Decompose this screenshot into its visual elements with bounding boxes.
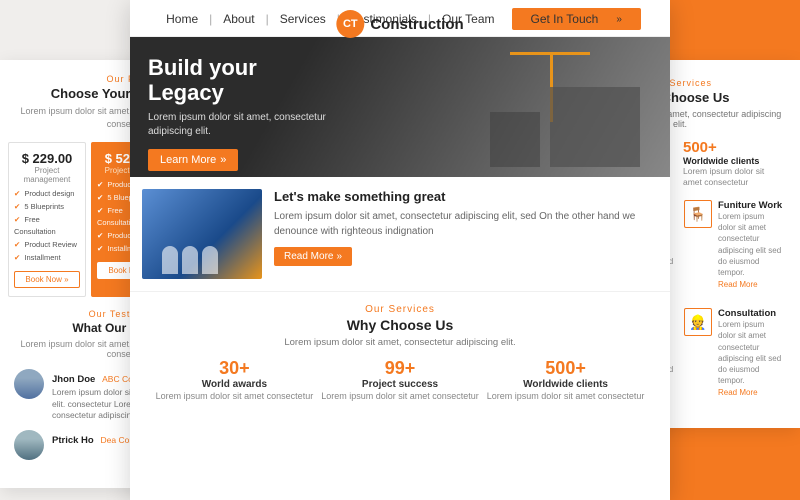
test-name-2: Ptrick Ho — [52, 435, 94, 446]
stat-number-3: 500+ — [487, 358, 645, 379]
hero-title: Build your Legacy — [148, 55, 328, 106]
stat-2: 99+ Project success Lorem ipsum dolor si… — [321, 358, 479, 403]
nav-testimonials[interactable]: Testimonials — [344, 12, 424, 26]
main-card: Home | About | Services | Testimonials |… — [130, 0, 670, 500]
price-amount-1: $ 229.00 — [14, 151, 80, 166]
hero-text: Build your Legacy Lorem ipsum dolor sit … — [148, 55, 328, 171]
service-name-4: Consultation — [718, 308, 784, 319]
stat-desc-2: Lorem ipsum dolor sit amet consectetur — [321, 390, 479, 403]
mid-section: Let's make something great Lorem ipsum d… — [130, 177, 670, 292]
test-name-1: Jhon Doe — [52, 374, 95, 385]
stat-desc-1: Lorem ipsum dolor sit amet consectetur — [156, 390, 314, 403]
service-read-4[interactable]: Read More — [718, 388, 784, 397]
building-1 — [550, 87, 640, 167]
price-features-1: ✔ Product design ✔ 5 Blueprints ✔ Free C… — [14, 188, 80, 265]
worker-2 — [182, 246, 198, 274]
learn-more-button[interactable]: Learn More » — [148, 149, 238, 171]
hero-section: Build your Legacy Lorem ipsum dolor sit … — [130, 37, 670, 177]
right-stat-label-2: Worldwide clients — [683, 156, 784, 166]
stat-1: 30+ World awards Lorem ipsum dolor sit a… — [156, 358, 314, 403]
why-sub: Lorem ipsum dolor sit amet, consectetur … — [142, 337, 658, 348]
mid-text: Let's make something great Lorem ipsum d… — [262, 189, 658, 279]
service-desc-2: Lorem ipsum dolor sit amet consectetur a… — [718, 211, 784, 278]
right-stat-2: 500+ Worldwide clients Lorem ipsum dolor… — [683, 139, 784, 188]
stat-number-2: 99+ — [321, 358, 479, 379]
avatar-1 — [14, 369, 44, 399]
price-plan-1: $ 229.00 Project management ✔ Product de… — [8, 142, 86, 297]
hero-subtitle: Lorem ipsum dolor sit amet, consectetur … — [148, 111, 328, 139]
nav-home[interactable]: Home — [159, 12, 205, 26]
service-name-2: Funiture Work — [718, 200, 784, 211]
service-2: 🪑 Funiture Work Lorem ipsum dolor sit am… — [684, 200, 784, 300]
service-read-2[interactable]: Read More — [718, 280, 784, 289]
read-more-button[interactable]: Read More » — [274, 247, 352, 266]
page-wrapper: Our Price Choose Your Pricing Plan Lorem… — [0, 0, 800, 500]
right-stat-num-2: 500+ — [683, 139, 784, 156]
avatar-2 — [14, 430, 44, 460]
stat-number-1: 30+ — [156, 358, 314, 379]
service-4: 👷 Consultation Lorem ipsum dolor sit ame… — [684, 308, 784, 408]
building-2 — [490, 112, 540, 167]
nav-about[interactable]: About — [216, 12, 261, 26]
hero-crane — [480, 47, 640, 167]
stat-desc-3: Lorem ipsum dolor sit amet consectetur — [487, 390, 645, 403]
book-btn-1[interactable]: Book Now » — [14, 271, 80, 288]
crane-horizontal — [510, 52, 590, 55]
stat-label-3: Worldwide clients — [487, 379, 645, 390]
mid-heading: Let's make something great — [274, 189, 658, 204]
service-icon-4: 👷 — [684, 308, 712, 336]
service-icon-2: 🪑 — [684, 200, 712, 228]
worker-1 — [162, 246, 178, 274]
why-choose-main: Our Services Why Choose Us Lorem ipsum d… — [130, 292, 670, 411]
stat-3: 500+ Worldwide clients Lorem ipsum dolor… — [487, 358, 645, 403]
mid-para: Lorem ipsum dolor sit amet, consectetur … — [274, 209, 658, 239]
right-stat-desc-2: Lorem ipsum dolor sit amet consectetur — [683, 166, 784, 188]
main-nav: Home | About | Services | Testimonials |… — [130, 0, 670, 37]
nav-services[interactable]: Services — [273, 12, 333, 26]
nav-team[interactable]: Our Team — [435, 12, 501, 26]
price-type-1: Project management — [14, 166, 80, 184]
nav-cta-button[interactable]: Get In Touch » — [512, 8, 641, 30]
stat-label-2: Project success — [321, 379, 479, 390]
why-title: Why Choose Us — [142, 317, 658, 333]
stats-row: 30+ World awards Lorem ipsum dolor sit a… — [142, 358, 658, 403]
why-label: Our Services — [142, 304, 658, 315]
service-desc-4: Lorem ipsum dolor sit amet consectetur a… — [718, 319, 784, 386]
worker-3 — [202, 246, 218, 274]
mid-image — [142, 189, 262, 279]
stat-label-1: World awards — [156, 379, 314, 390]
